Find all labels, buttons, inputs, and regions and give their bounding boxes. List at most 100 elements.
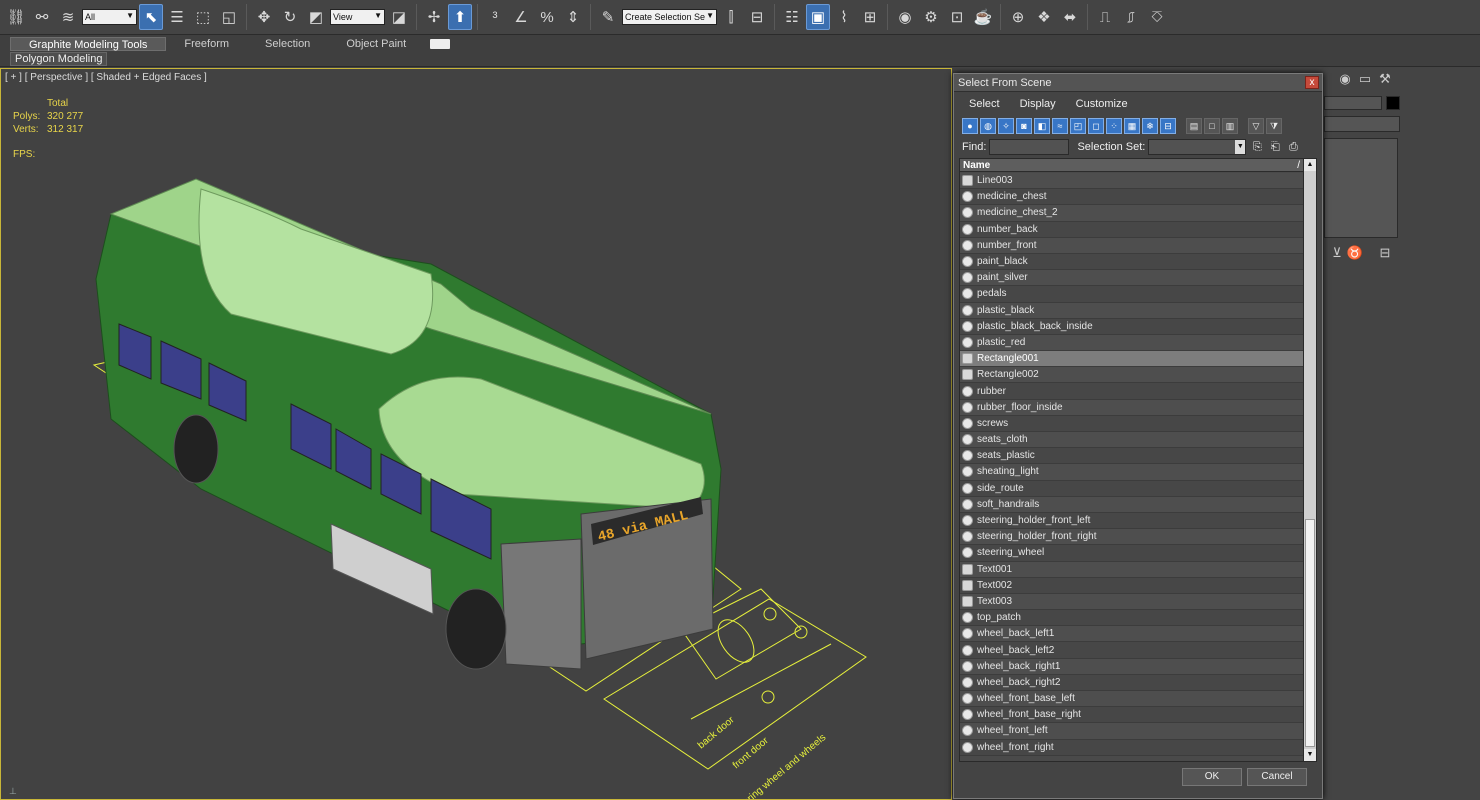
scroll-thumb[interactable] (1305, 519, 1315, 747)
dialog-titlebar[interactable]: Select From Scene x (954, 74, 1322, 92)
cancel-button[interactable]: Cancel (1247, 768, 1307, 786)
window-crossing-icon[interactable]: ◱ (217, 4, 241, 30)
filter-lights-icon[interactable]: ✧ (998, 118, 1014, 134)
reference-coord-dropdown[interactable]: View ▼ (330, 9, 385, 25)
mirror-icon[interactable]: ⫿ (719, 4, 743, 30)
plugin-tool-c-icon[interactable]: ⬌ (1058, 4, 1082, 30)
filter-containers-icon[interactable]: ▦ (1124, 118, 1140, 134)
tab-freeform[interactable]: Freeform (166, 37, 247, 51)
filter-geometry-icon[interactable]: ● (962, 118, 978, 134)
list-item[interactable]: sheating_light (960, 464, 1304, 481)
list-item[interactable]: wheel_back_right2 (960, 674, 1304, 691)
select-by-name-icon[interactable]: ☰ (165, 4, 189, 30)
find-input[interactable] (989, 138, 1070, 155)
filter-frozen-icon[interactable]: ❄ (1142, 118, 1158, 134)
list-item[interactable]: wheel_front_base_right (960, 707, 1304, 724)
render-setup-icon[interactable]: ⚙ (919, 4, 943, 30)
move-icon[interactable]: ✥ (252, 4, 276, 30)
filter-helpers-icon[interactable]: ◧ (1034, 118, 1050, 134)
menu-select[interactable]: Select (959, 98, 1010, 110)
list-item[interactable]: plastic_black_back_inside (960, 318, 1304, 335)
select-and-link-icon[interactable]: ⛓ (4, 4, 28, 30)
plugin-tool-b-icon[interactable]: ❖ (1032, 4, 1056, 30)
close-icon[interactable]: x (1305, 76, 1319, 89)
list-item[interactable]: Text001 (960, 561, 1304, 578)
select-none-icon[interactable]: □ (1204, 118, 1220, 134)
menu-customize[interactable]: Customize (1066, 98, 1138, 110)
plugin-tool-a-icon[interactable]: ⊕ (1006, 4, 1030, 30)
list-item[interactable]: soft_handrails (960, 496, 1304, 513)
filter-space-warps-icon[interactable]: ≈ (1052, 118, 1068, 134)
list-item[interactable]: rubber_floor_inside (960, 399, 1304, 416)
manipulate-icon[interactable]: ✢ (422, 4, 446, 30)
material-editor-icon[interactable]: ◉ (893, 4, 917, 30)
tab-selection[interactable]: Selection (247, 37, 328, 51)
list-item[interactable]: Text003 (960, 593, 1304, 611)
ribbon-panel-polygon-modeling[interactable]: Polygon Modeling (10, 52, 108, 66)
list-item[interactable]: Text002 (960, 577, 1304, 594)
modifier-list-dropdown[interactable] (1324, 116, 1400, 132)
list-item[interactable]: wheel_front_left (960, 723, 1304, 740)
angle-snap-icon[interactable]: ∠ (509, 4, 533, 30)
utilities-panel-icon[interactable]: ▭ (1356, 70, 1374, 88)
list-item[interactable]: side_route (960, 480, 1304, 497)
align-icon[interactable]: ⊟ (745, 4, 769, 30)
list-item[interactable]: plastic_black (960, 302, 1304, 319)
filter-shapes-icon[interactable]: ◍ (980, 118, 996, 134)
tab-object-paint[interactable]: Object Paint (328, 37, 424, 51)
snaps-toggle-icon[interactable]: ³ (483, 4, 507, 30)
list-item[interactable]: wheel_back_left2 (960, 642, 1304, 659)
list-item[interactable]: wheel_back_right1 (960, 658, 1304, 675)
display-panel-icon[interactable]: ◉ (1336, 70, 1354, 88)
scene-canvas[interactable]: 48 via MALL back door front door steerin… (1, 69, 952, 800)
plugin-tool-e-icon[interactable]: ⎎ (1119, 4, 1143, 30)
plugin-tool-f-icon[interactable]: ⎏ (1145, 4, 1169, 30)
list-item[interactable]: number_front (960, 237, 1304, 254)
add-to-selection-set-icon[interactable]: ⎗ (1268, 140, 1282, 154)
percent-snap-icon[interactable]: % (535, 4, 559, 30)
list-item[interactable]: number_back (960, 221, 1304, 238)
curve-editor-icon[interactable]: ⌇ (832, 4, 856, 30)
list-item[interactable]: steering_holder_front_left (960, 512, 1304, 530)
list-item[interactable]: steering_holder_front_right (960, 529, 1304, 546)
list-item[interactable]: wheel_back_left1 (960, 626, 1304, 643)
select-object-icon[interactable]: ⬉ (139, 4, 163, 30)
list-item[interactable]: steering_wheel (960, 545, 1304, 562)
list-item[interactable]: rubber (960, 383, 1304, 400)
configure-sets-icon[interactable]: ⊟ (1376, 244, 1394, 262)
bind-to-space-warp-icon[interactable]: ≋ (56, 4, 80, 30)
filter-funnel-icon[interactable]: ▽ (1248, 118, 1264, 134)
filter-options-icon[interactable]: ⧩ (1266, 118, 1282, 134)
list-item[interactable]: medicine_chest (960, 189, 1304, 206)
keyboard-shortcut-override-icon[interactable]: ⬆ (448, 4, 472, 30)
list-item[interactable]: plastic_red (960, 334, 1304, 352)
list-item[interactable]: wheel_front_base_left (960, 691, 1304, 708)
create-selection-set-icon[interactable]: ⎘ (1250, 140, 1264, 154)
list-item[interactable]: medicine_chest_2 (960, 205, 1304, 222)
filter-bones-icon[interactable]: ⁘ (1106, 118, 1122, 134)
object-name-field[interactable] (1324, 96, 1382, 110)
unlink-selection-icon[interactable]: ⚯ (30, 4, 54, 30)
edit-named-selection-icon[interactable]: ✎ (596, 4, 620, 30)
selection-set-dropdown[interactable]: ▼ (1148, 138, 1247, 155)
list-item[interactable]: seats_cloth (960, 432, 1304, 449)
named-selection-dropdown[interactable]: Create Selection Se ▼ (622, 9, 717, 25)
select-all-icon[interactable]: ▤ (1186, 118, 1202, 134)
filter-xrefs-icon[interactable]: ◻ (1088, 118, 1104, 134)
show-end-result-icon[interactable]: ♉ (1346, 244, 1364, 262)
layer-manager-icon[interactable]: ☷ (780, 4, 804, 30)
menu-display[interactable]: Display (1010, 98, 1066, 110)
tab-graphite-modeling-tools[interactable]: Graphite Modeling Tools (10, 36, 167, 51)
list-scrollbar[interactable]: ▲ ▼ (1303, 159, 1316, 761)
filter-cameras-icon[interactable]: ◙ (1016, 118, 1032, 134)
list-item[interactable]: wheel_front_right (960, 739, 1304, 756)
plugin-tool-d-icon[interactable]: ⎍ (1093, 4, 1117, 30)
column-header-name[interactable]: Name / (960, 159, 1304, 172)
list-item[interactable]: Rectangle001 (960, 351, 1304, 368)
list-item[interactable]: paint_black (960, 253, 1304, 271)
rectangular-selection-icon[interactable]: ⬚ (191, 4, 215, 30)
spinner-snap-icon[interactable]: ⇕ (561, 4, 585, 30)
filter-groups-icon[interactable]: ◰ (1070, 118, 1086, 134)
list-item[interactable]: Line003 (960, 173, 1304, 190)
remove-from-selection-set-icon[interactable]: ⎙ (1286, 140, 1300, 154)
